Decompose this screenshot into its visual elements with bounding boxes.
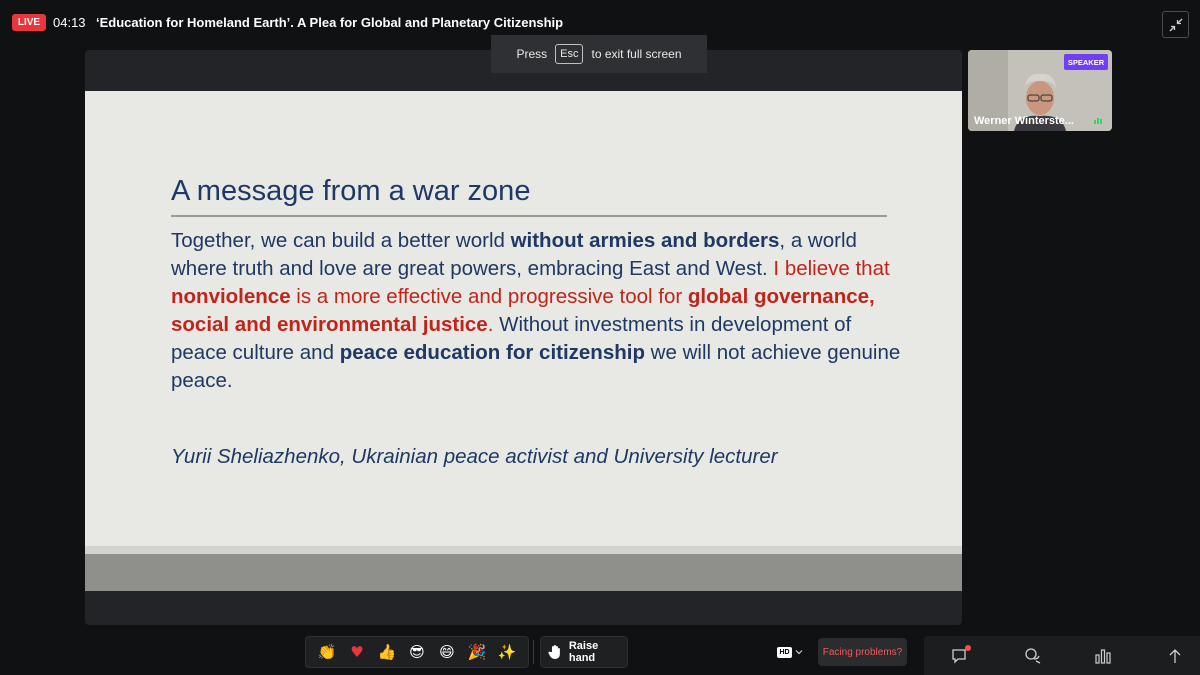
slide-heading: A message from a war zone [171,175,531,207]
session-title: ‘Education for Homeland Earth’. A Plea f… [96,15,564,30]
body-red-text: I believe that [773,257,890,280]
poll-icon [1095,649,1111,664]
slide-divider [171,215,887,217]
qna-button[interactable] [1023,646,1043,666]
live-badge: LIVE [12,14,46,31]
raise-hand-label: Raise hand [568,640,599,664]
wow-emoji-icon: ✨ [497,642,517,661]
body-bold-text: peace education for citizenship [339,341,645,364]
chevron-down-icon [795,650,802,655]
speaker-badge: SPEAKER [1064,54,1108,70]
notice-text: to exit full screen [591,47,682,61]
facing-problems-button[interactable]: Facing problems? [818,638,907,666]
body-bold-text: without armies and borders [510,229,780,252]
qna-icon [1025,648,1041,664]
thumbs-up-emoji-icon: 👍 [377,642,397,661]
presentation-stage: A message from a war zone Together, we c… [85,50,962,625]
slide-body: Together, we can build a better world wi… [171,227,901,395]
heart-emoji-icon: ♥ [350,642,364,661]
poll-button[interactable] [1093,646,1113,666]
slide-footer-band [85,554,962,591]
raise-hand-button[interactable]: Raise hand [540,636,628,668]
mic-level-icon [1094,118,1102,124]
party-popper-emoji-icon: 🎉 [467,642,487,661]
body-red-text: is a more effective and progressive tool… [290,285,688,308]
slide-footer-band [85,546,962,554]
session-timer: 04:13 [53,15,86,30]
exit-fullscreen-button[interactable] [1162,11,1189,38]
more-button[interactable] [1165,646,1185,666]
slide-attribution: Yurii Sheliazhenko, Ukrainian peace acti… [171,445,778,468]
minimize-arrows-icon [1169,18,1182,31]
wow-reaction-button[interactable]: ✨ [496,641,518,663]
speaker-video-tile[interactable]: SPEAKER Werner Winterste... [968,50,1112,131]
cool-face-emoji-icon: 😎 [409,642,425,661]
speaker-name: Werner Winterste... [974,115,1074,127]
more-icon [1169,649,1181,663]
toolbar-divider [533,640,534,664]
quality-selector[interactable]: HD [772,638,808,666]
chat-button[interactable] [950,645,971,666]
heart-reaction-button[interactable]: ♥ [346,641,368,663]
live-label: LIVE [17,17,41,28]
notice-text: Press [516,47,548,61]
reaction-bar: 👏 ♥ 👍 😎 😄 🎉 ✨ [305,636,529,668]
clap-emoji-icon: 👏 [317,642,337,661]
side-panel-toolbar [924,636,1200,675]
esc-key: Esc [555,44,584,64]
laughing-emoji-icon: 😄 [439,642,455,661]
laugh-reaction-button[interactable]: 😄 [436,641,458,663]
fullscreen-notice: Press Esc to exit full screen [491,35,707,73]
body-text: Together, we can build a better world [171,229,511,252]
slide: A message from a war zone Together, we c… [85,91,962,591]
clap-reaction-button[interactable]: 👏 [316,641,338,663]
notification-dot [965,645,971,651]
hand-icon [548,645,560,659]
party-reaction-button[interactable]: 🎉 [466,641,488,663]
hd-icon: HD [777,646,792,658]
body-red-bold-text: nonviolence [171,285,291,308]
cool-reaction-button[interactable]: 😎 [406,641,428,663]
thumbs-up-reaction-button[interactable]: 👍 [376,641,398,663]
